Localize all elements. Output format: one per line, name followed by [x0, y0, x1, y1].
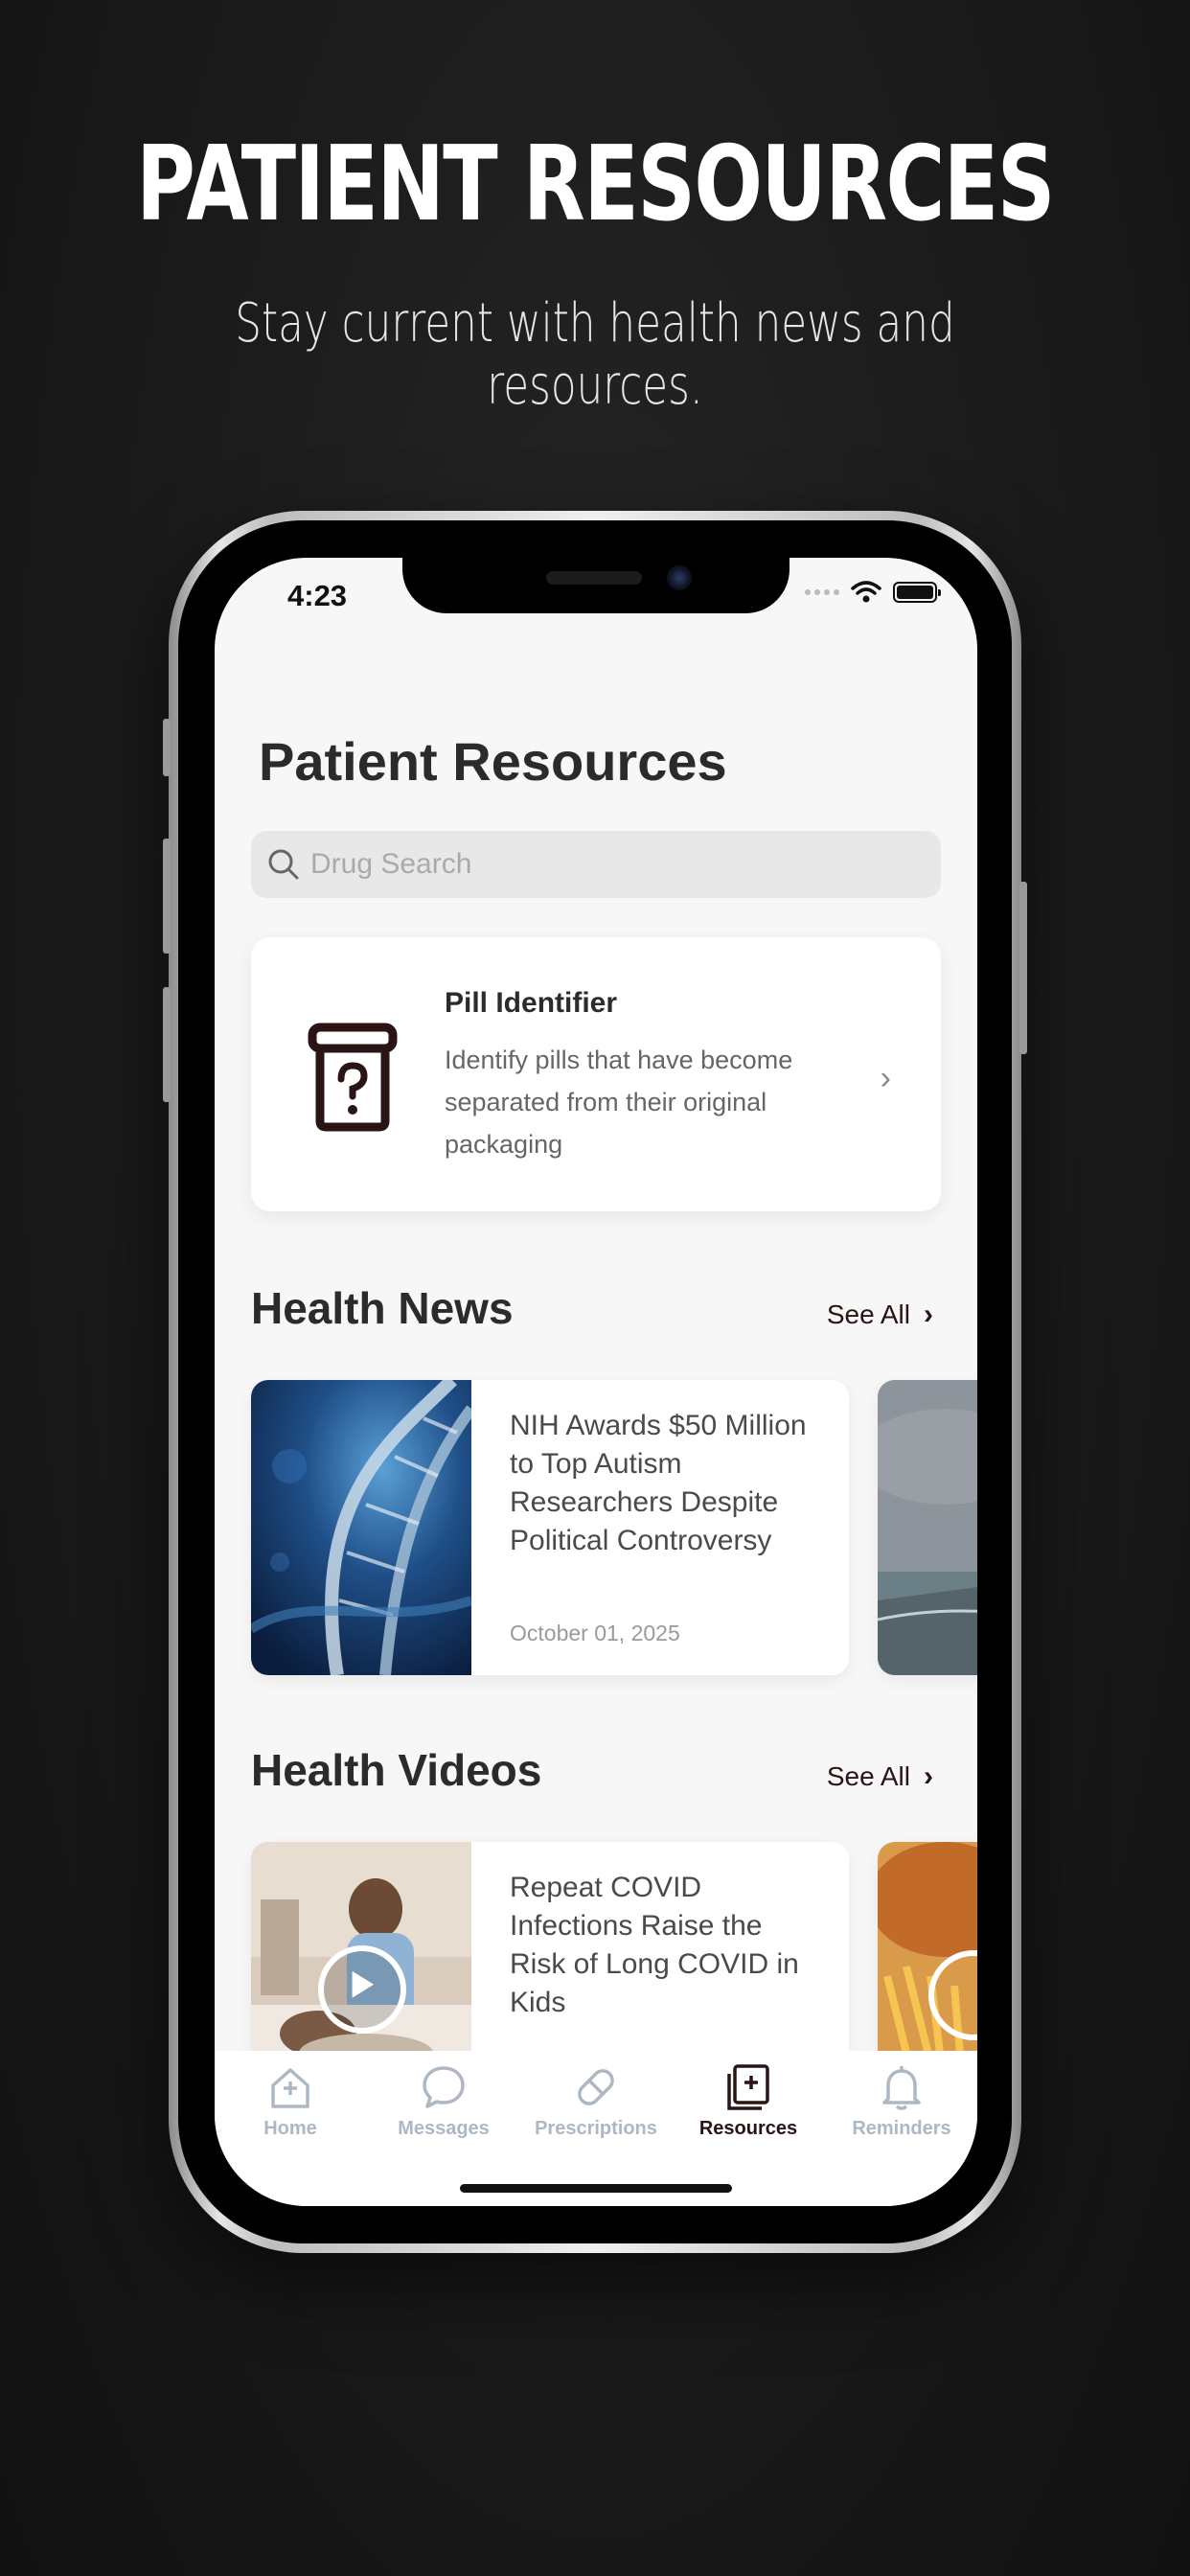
tab-home[interactable]: Home: [218, 2062, 362, 2140]
pill-identifier-description: Identify pills that have become separate…: [445, 1046, 793, 1159]
dna-helix-image: [251, 1380, 471, 1675]
health-news-see-all-button[interactable]: See All ›: [827, 1299, 933, 1331]
bell-icon: [882, 2066, 921, 2110]
tab-messages[interactable]: Messages: [372, 2062, 515, 2140]
volume-up-button: [163, 839, 171, 954]
tab-label: Prescriptions: [535, 2118, 657, 2139]
coastal-storm-image: [878, 1380, 977, 1675]
signal-icon: [805, 589, 839, 595]
promo-subheadline: Stay current with health news and resour…: [235, 292, 955, 417]
play-button-icon[interactable]: [318, 1945, 406, 2034]
drug-search-input[interactable]: [309, 847, 926, 882]
health-news-title: Health News: [251, 1283, 514, 1333]
volume-down-button: [163, 987, 171, 1102]
pill-identifier-title: Pill Identifier: [445, 987, 618, 1019]
home-plus-icon: [271, 2068, 309, 2108]
see-all-label: See All: [826, 1761, 910, 1791]
pill-identifier-card[interactable]: Pill Identifier Identify pills that have…: [251, 937, 941, 1211]
home-indicator[interactable]: [460, 2184, 732, 2193]
tab-label: Messages: [398, 2118, 490, 2139]
promo-headline: PATIENT RESOURCES: [136, 125, 1055, 244]
book-plus-icon: [727, 2064, 769, 2110]
news-date: October 01, 2025: [510, 1621, 680, 1645]
battery-icon: [893, 582, 941, 603]
status-icons: [805, 581, 941, 604]
chevron-right-icon: ›: [880, 1060, 891, 1096]
health-videos-see-all-button[interactable]: See All ›: [827, 1760, 933, 1793]
notch: [402, 558, 790, 613]
page-title: Patient Resources: [259, 731, 727, 792]
pill-bottle-question-icon: [308, 1023, 398, 1132]
tab-reminders[interactable]: Reminders: [830, 2062, 973, 2140]
tab-label: Resources: [698, 2118, 798, 2139]
wifi-icon: [851, 581, 881, 603]
status-time: 4:23: [287, 579, 348, 612]
pill-icon: [578, 2069, 614, 2105]
chevron-right-icon: ›: [924, 1299, 933, 1330]
tab-resources[interactable]: Resources: [676, 2062, 820, 2140]
tab-label: Reminders: [852, 2118, 951, 2139]
tab-bar: Home Messages Prescriptions Resources Re…: [215, 2051, 977, 2206]
news-card[interactable]: NIH Awards $50 Million to Top Autism Res…: [251, 1380, 849, 1675]
news-title: NIH Awards $50 Million to Top Autism Res…: [510, 1410, 807, 1556]
see-all-label: See All: [826, 1300, 910, 1329]
mute-switch: [163, 719, 171, 776]
search-icon: [268, 849, 299, 880]
health-videos-title: Health Videos: [251, 1745, 542, 1795]
chat-bubble-icon: [423, 2066, 465, 2108]
tab-prescriptions[interactable]: Prescriptions: [524, 2062, 668, 2140]
video-title: Repeat COVID Infections Raise the Risk o…: [510, 1872, 799, 2018]
drug-search-bar[interactable]: [251, 831, 941, 898]
phone-screen: 4:23 Patient Resources Pill Identifier I…: [215, 558, 977, 2206]
power-button: [1019, 882, 1027, 1054]
chevron-right-icon: ›: [924, 1760, 933, 1792]
news-card[interactable]: [878, 1380, 977, 1675]
tab-label: Home: [263, 2118, 317, 2139]
